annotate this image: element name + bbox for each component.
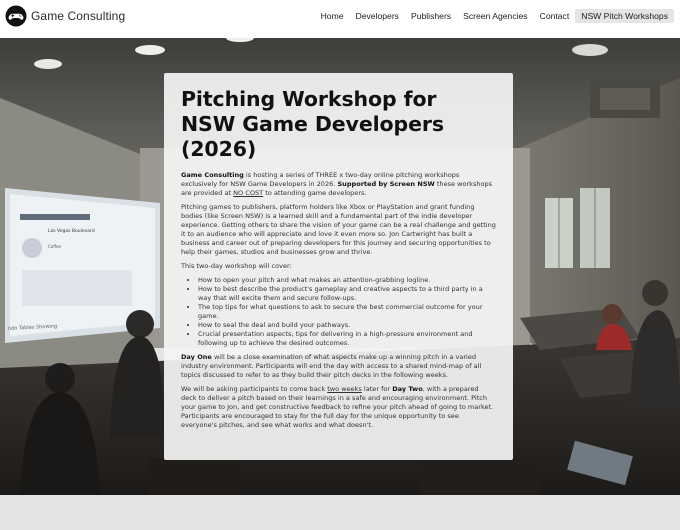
cover-list: How to open your pitch and what makes an… — [181, 276, 496, 348]
day-two-two-weeks: two weeks — [327, 385, 362, 393]
screen-title-text: Las Vegas Boulevard — [48, 228, 95, 234]
nav-home[interactable]: Home — [315, 9, 350, 23]
list-item: Crucial presentation aspects, tips for d… — [198, 330, 496, 348]
list-item: The top tips for what questions to ask t… — [198, 303, 496, 321]
day-two-paragraph: We will be asking participants to come b… — [181, 385, 496, 430]
main-nav: Home Developers Publishers Screen Agenci… — [315, 9, 674, 23]
day-two-text-2: later for — [361, 385, 393, 393]
screen-sub-text: Coffee — [48, 244, 61, 249]
pitching-paragraph: Pitching games to publishers, platform h… — [181, 203, 496, 256]
nav-contact[interactable]: Contact — [534, 9, 576, 23]
list-item: How to seal the deal and build your path… — [198, 321, 496, 330]
intro-no-cost: NO COST — [233, 189, 264, 197]
list-item: How to open your pitch and what makes an… — [198, 276, 496, 285]
day-two-label: Day Two — [392, 385, 423, 393]
nav-screen-agencies[interactable]: Screen Agencies — [457, 9, 534, 23]
day-one-label: Day One — [181, 353, 212, 361]
day-two-text-1: We will be asking participants to come b… — [181, 385, 328, 393]
intro-supported: Supported by Screen NSW — [337, 180, 435, 188]
nav-publishers[interactable]: Publishers — [405, 9, 457, 23]
nav-nsw-pitch-workshops[interactable]: NSW Pitch Workshops — [575, 9, 674, 23]
day-one-text: will be a close examination of what aspe… — [181, 353, 482, 379]
cover-intro: This two-day workshop will cover: — [181, 262, 292, 270]
intro-text-3: to attending game developers. — [263, 189, 367, 197]
nav-developers[interactable]: Developers — [350, 9, 405, 23]
gamepad-logo-icon[interactable] — [5, 5, 27, 27]
site-header: Game Consulting Home Developers Publishe… — [0, 0, 680, 38]
intro-brand: Game Consulting — [181, 171, 244, 179]
page-title: Pitching Workshop for NSW Game Developer… — [181, 87, 445, 161]
workshop-info-card: Pitching Workshop for NSW Game Developer… — [164, 73, 513, 460]
footer-band — [0, 495, 680, 530]
day-one-paragraph: Day One will be a close examination of w… — [181, 353, 496, 380]
list-item: How to best describe the product's gamep… — [198, 285, 496, 303]
brand-name[interactable]: Game Consulting — [31, 9, 125, 23]
intro-paragraph: Game Consulting is hosting a series of T… — [181, 171, 496, 198]
